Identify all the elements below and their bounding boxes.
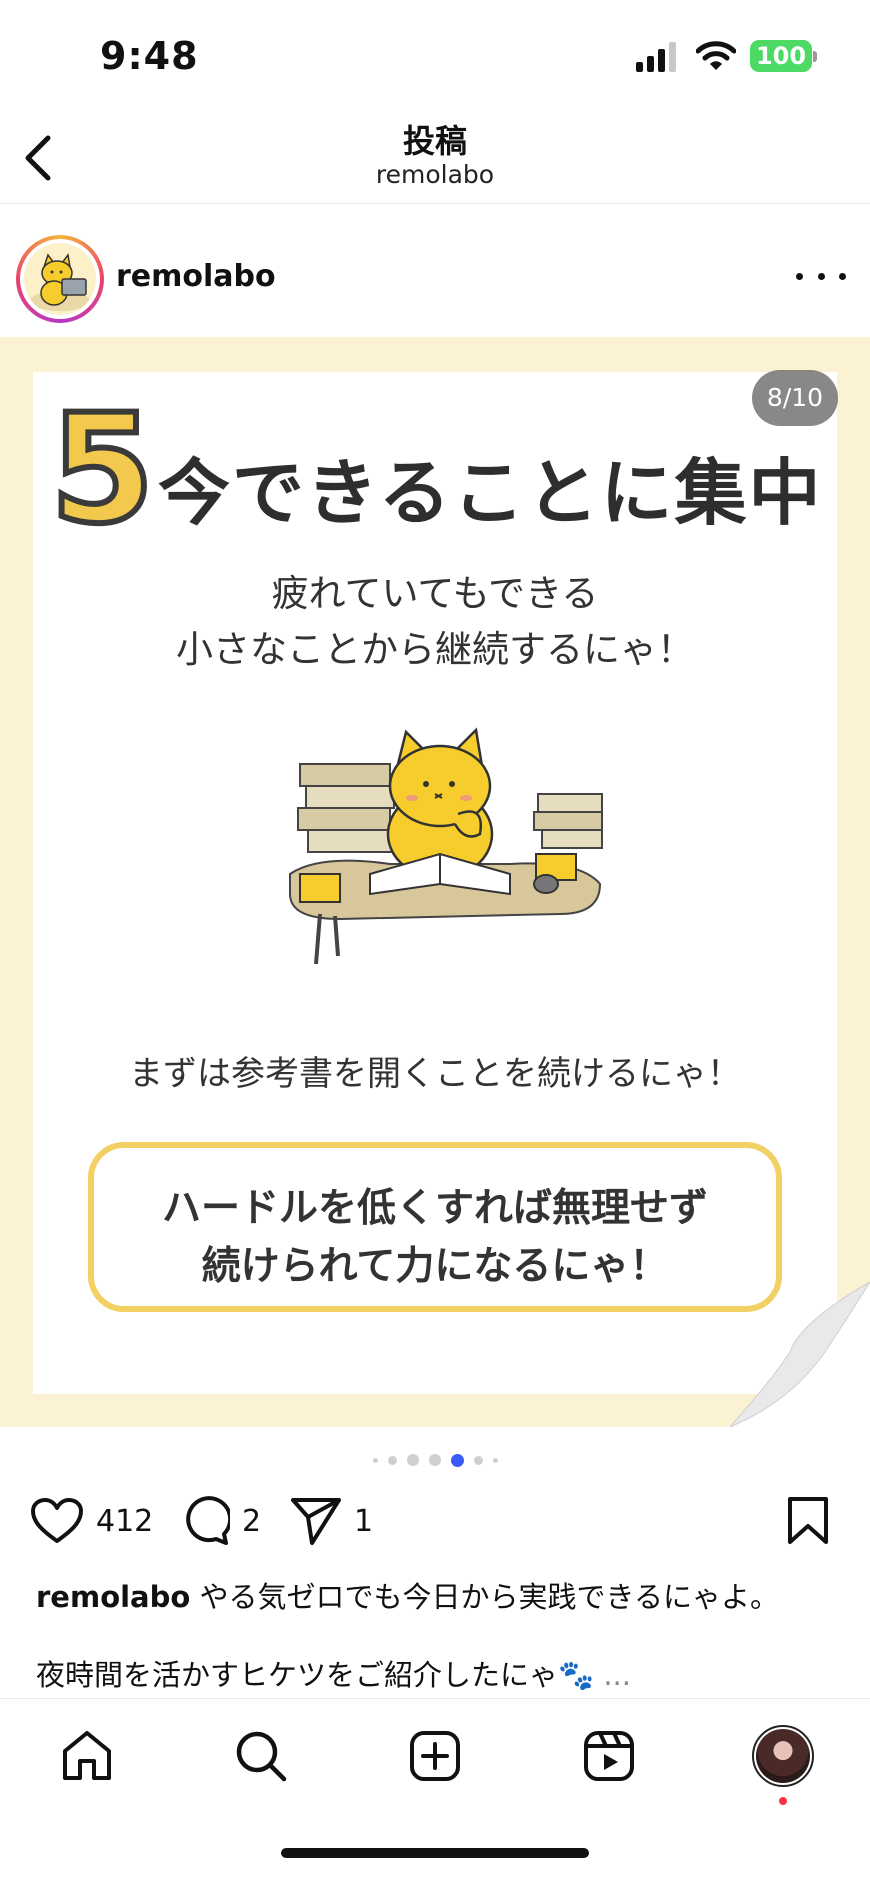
page-title: 投稿 [402,122,467,160]
more-options-button[interactable] [796,261,846,291]
caption-line2: 夜時間を活かすヒケツをご紹介したにゃ🐾 [36,1658,595,1692]
callout-line2: 続けられて力になるにゃ！ [201,1244,669,1289]
post-author-row: remolabo [0,205,870,337]
cat-studying-illustration [289,727,603,965]
status-bar: 9:48 100 [0,0,870,110]
tab-create[interactable] [400,1721,470,1791]
plus-square-icon [410,1731,460,1781]
post-caption-line2: 夜時間を活かすヒケツをご紹介したにゃ🐾 ... [36,1652,631,1694]
like-button[interactable]: 412 [30,1490,153,1552]
pagination-dot [372,1457,378,1463]
share-button[interactable]: 1 [290,1490,373,1552]
status-time: 9:48 [100,34,199,78]
pagination-dot [428,1454,441,1466]
callout-line1: ハードルを低くすれば無理せず [161,1186,708,1231]
caption-username[interactable]: remolabo [36,1580,190,1614]
cat-avatar-image [24,243,96,315]
save-button[interactable] [786,1490,830,1552]
comment-icon [186,1496,230,1545]
tab-reels[interactable] [574,1721,644,1791]
pagination-dot [387,1455,397,1465]
like-count: 412 [96,1503,154,1539]
slide-lead: 疲れていてもできる 小さなことから継続するにゃ！ [0,566,870,678]
slide-lead-line1: 疲れていてもできる [271,572,599,615]
pagination-dot [492,1457,498,1463]
profile-avatar [752,1725,814,1787]
share-count: 1 [354,1503,374,1539]
caption-more-link[interactable]: ... [603,1658,631,1692]
tab-search[interactable] [226,1721,296,1791]
bookmark-icon [788,1497,828,1544]
caption-text: やる気ゼロでも今日から実践できるにゃよ。 [199,1580,779,1614]
author-username[interactable]: remolabo [116,259,276,294]
cellular-signal-icon [636,42,676,72]
home-icon [63,1731,111,1780]
slide-number: 5 [47,383,157,557]
heart-icon [31,1498,83,1543]
slide-note: まずは参考書を開くことを続けるにゃ！ [129,1054,741,1094]
send-icon [291,1498,341,1545]
more-horizontal-icon [796,272,803,280]
home-indicator [281,1848,589,1858]
notification-dot [779,1797,787,1805]
slide-title: 今できることに集中 [158,451,823,535]
cat-icon [30,253,90,311]
tab-profile[interactable] [748,1721,818,1791]
pagination-dot [473,1455,483,1465]
page-curl-decoration [730,1282,870,1427]
tab-home[interactable] [52,1721,122,1791]
profile-avatar-image [756,1729,810,1783]
pagination-dot [406,1454,419,1466]
post-header: 投稿 remolabo [0,110,870,204]
battery-tip [813,51,817,62]
wifi-icon [696,41,736,70]
post-caption: remolabo やる気ゼロでも今日から実践できるにゃよ。 [36,1574,779,1616]
slide-counter: 8/10 [752,370,838,426]
search-icon [236,1731,287,1782]
author-avatar[interactable] [16,235,104,323]
reels-icon [584,1731,634,1781]
carousel-pagination [0,1450,870,1470]
page-subtitle: remolabo [375,160,495,189]
post-actions: 412 2 1 [0,1490,870,1552]
slide-lead-line2: 小さなことから継続するにゃ！ [176,628,694,671]
comment-count: 2 [242,1503,262,1539]
battery-indicator: 100 [750,40,812,72]
slide-callout-box: ハードルを低くすれば無理せず 続けられて力になるにゃ！ [88,1142,782,1312]
pagination-dot-active [450,1453,464,1467]
comment-button[interactable]: 2 [180,1490,261,1552]
